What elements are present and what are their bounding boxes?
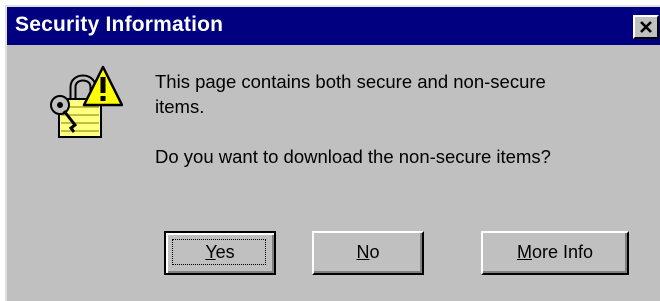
message-line-1: This page contains both secure and non-s… bbox=[155, 71, 546, 92]
warning-lock-icon bbox=[50, 65, 123, 138]
question-text: Do you want to download the non-secure i… bbox=[155, 146, 551, 167]
more-info-button[interactable]: More Info bbox=[481, 231, 629, 275]
more-info-label: ore Info bbox=[531, 242, 594, 262]
yes-button[interactable]: Yes bbox=[164, 231, 276, 275]
dialog-title: Security Information bbox=[15, 13, 224, 36]
no-mnemonic: N bbox=[356, 242, 370, 262]
message-line-2: items. bbox=[155, 96, 205, 117]
focus-rectangle bbox=[172, 239, 266, 265]
more-info-mnemonic: M bbox=[516, 242, 532, 262]
title-bar[interactable]: Security Information bbox=[7, 7, 660, 45]
security-information-dialog: Security Information This page contains … bbox=[5, 5, 660, 301]
message-text: This page contains both secure and non-s… bbox=[155, 69, 546, 119]
close-button[interactable] bbox=[633, 15, 659, 39]
close-icon bbox=[640, 21, 652, 33]
no-label: o bbox=[369, 242, 380, 262]
no-button[interactable]: No bbox=[312, 231, 424, 275]
